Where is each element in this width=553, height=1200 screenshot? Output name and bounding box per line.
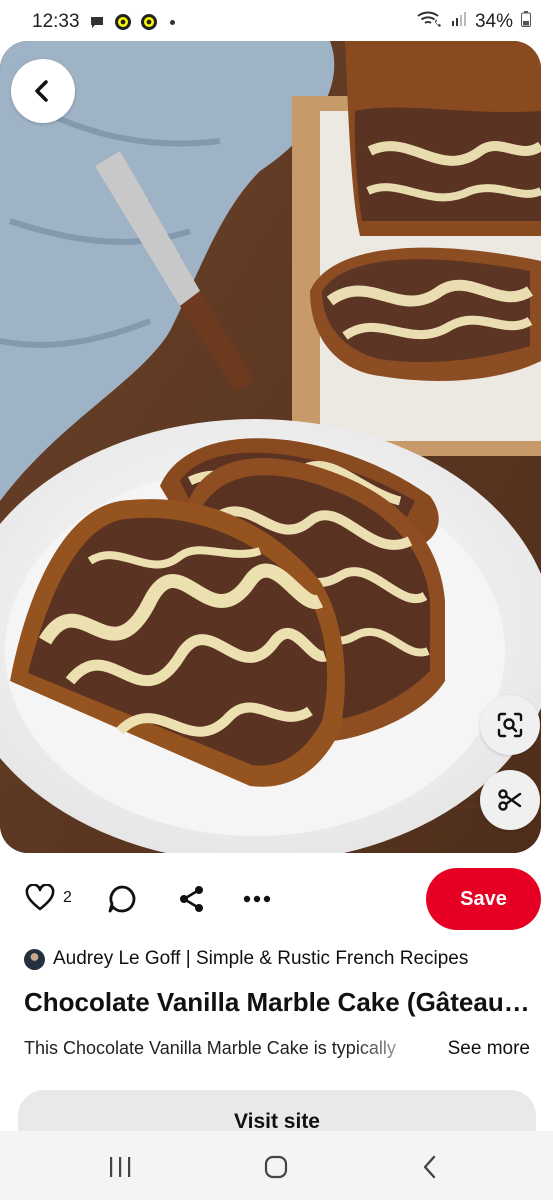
recent-apps-icon <box>110 1157 131 1177</box>
like-count: 2 <box>63 889 72 906</box>
status-bar: 12:33 34% <box>0 0 553 44</box>
visual-search-icon <box>497 712 523 738</box>
comment-icon <box>108 885 136 913</box>
status-right: 34% <box>417 10 531 34</box>
chat-notification-icon <box>88 13 106 31</box>
battery-icon <box>521 11 531 33</box>
save-button[interactable]: Save <box>426 868 541 930</box>
more-notifications-dot <box>169 19 175 25</box>
pin-title: Chocolate Vanilla Marble Cake (Gâteau Ma… <box>24 987 534 1017</box>
snapchat-icon <box>140 13 158 31</box>
scissors-icon <box>498 789 522 811</box>
snapchat-icon <box>114 13 132 31</box>
heart-icon <box>25 884 55 911</box>
pin-image[interactable] <box>0 41 541 853</box>
avatar[interactable] <box>24 948 45 970</box>
like-action[interactable]: 2 <box>25 884 72 912</box>
chevron-left-icon <box>35 80 48 102</box>
visual-search-button[interactable] <box>480 695 540 755</box>
action-bar: 2 Save <box>0 868 553 932</box>
share-button[interactable] <box>177 884 207 914</box>
pin-description: This Chocolate Vanilla Marble Cake is ty… <box>24 1038 396 1058</box>
status-left: 12:33 <box>32 11 175 33</box>
nav-back-button[interactable] <box>410 1153 450 1181</box>
status-time: 12:33 <box>32 11 80 32</box>
more-options-button[interactable] <box>242 884 272 914</box>
creator-name[interactable]: Audrey Le Goff | Simple & Rustic French … <box>53 948 468 970</box>
system-nav-bar <box>0 1131 553 1200</box>
share-icon <box>180 886 203 912</box>
ellipsis-icon <box>243 895 271 903</box>
back-icon <box>423 1155 436 1179</box>
see-more-link[interactable]: See more <box>448 1038 530 1060</box>
signal-icon <box>451 11 467 33</box>
back-button[interactable] <box>11 59 75 123</box>
wifi-call-icon <box>417 10 443 34</box>
marble-cake-photo <box>0 41 541 853</box>
comment-button[interactable] <box>107 884 137 914</box>
home-button[interactable] <box>256 1153 296 1181</box>
pin-description-row: This Chocolate Vanilla Marble Cake is ty… <box>24 1038 534 1064</box>
home-icon <box>264 1155 288 1179</box>
creator-row[interactable]: Audrey Le Goff | Simple & Rustic French … <box>24 948 468 970</box>
recent-apps-button[interactable] <box>100 1153 140 1181</box>
cut-out-button[interactable] <box>480 770 540 830</box>
battery-level: 34% <box>474 11 513 32</box>
